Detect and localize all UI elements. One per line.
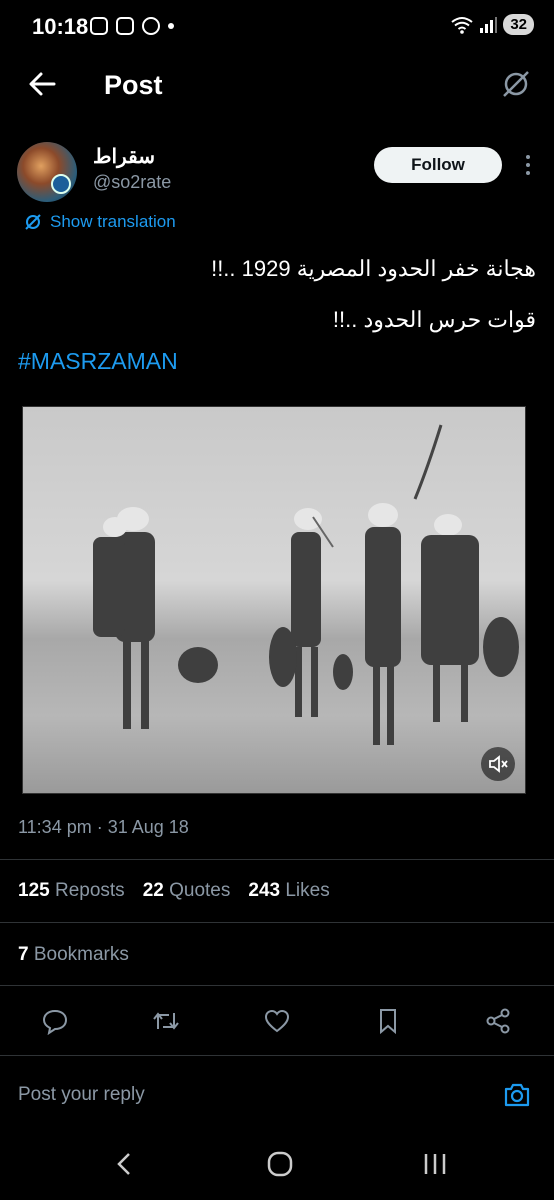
page-title: Post (104, 70, 163, 100)
divider (0, 859, 554, 860)
more-options-icon[interactable] (526, 155, 532, 179)
back-arrow-icon[interactable] (26, 68, 58, 100)
bookmark-button[interactable] (370, 1003, 406, 1039)
reply-button[interactable] (37, 1003, 73, 1039)
quotes-stat[interactable]: 22 Quotes (143, 880, 231, 902)
reposts-stat[interactable]: 125 Reposts (18, 880, 125, 902)
instagram-icon (90, 17, 108, 35)
divider (0, 985, 554, 986)
share-button[interactable] (480, 1003, 516, 1039)
like-button[interactable] (259, 1003, 295, 1039)
avatar-badge (51, 174, 71, 194)
share-icon (486, 1008, 510, 1034)
heart-icon (264, 1009, 290, 1033)
divider (0, 1055, 554, 1056)
post-video[interactable] (22, 406, 526, 794)
show-translation-link[interactable]: Show translation (24, 212, 176, 232)
repost-button[interactable] (148, 1003, 184, 1039)
post-text-line-2: قوات حرس الحدود ..!! (332, 307, 536, 332)
nav-recents-icon[interactable] (421, 1150, 449, 1178)
follow-button[interactable]: Follow (374, 147, 502, 183)
translate-icon (25, 214, 41, 230)
reply-icon (42, 1009, 68, 1035)
nav-back-icon[interactable] (113, 1150, 135, 1178)
screenshot-icon (116, 17, 134, 35)
wifi-icon (451, 16, 473, 34)
bookmarks-stat[interactable]: 7 Bookmarks (18, 944, 129, 966)
engagement-stats: 125 Reposts 22 Quotes 243 Likes (18, 880, 330, 902)
reddit-icon (142, 17, 160, 35)
camera-icon[interactable] (502, 1080, 532, 1110)
battery-indicator: 32 (503, 14, 534, 35)
likes-stat[interactable]: 243 Likes (248, 880, 329, 902)
video-frame (93, 424, 519, 745)
author-handle[interactable]: @so2rate (93, 172, 171, 193)
divider (0, 922, 554, 923)
more-notifications-icon (168, 23, 174, 29)
post-text-line-1: هجانة خفر الحدود المصرية 1929 ..!! (211, 256, 536, 281)
mute-button[interactable] (481, 747, 515, 781)
grok-icon[interactable] (500, 68, 532, 100)
author-name[interactable]: سقراط (93, 144, 155, 169)
action-bar (0, 1003, 554, 1041)
speaker-muted-icon (489, 755, 508, 773)
show-translation-label: Show translation (50, 212, 176, 231)
system-navigation-bar (0, 1130, 554, 1200)
post-timestamp: 11:34 pm · 31 Aug 18 (18, 817, 189, 837)
status-time: 10:18 (32, 14, 89, 39)
nav-home-icon[interactable] (266, 1150, 294, 1178)
signal-icon (480, 16, 498, 33)
avatar[interactable] (17, 142, 77, 202)
status-right: 32 (451, 14, 534, 35)
reply-input[interactable]: Post your reply (18, 1084, 145, 1106)
hashtag-link[interactable]: #MASRZAMAN (18, 348, 178, 375)
bookmark-icon (380, 1009, 396, 1035)
status-notification-icons (90, 17, 174, 35)
repost-icon (153, 1012, 179, 1030)
